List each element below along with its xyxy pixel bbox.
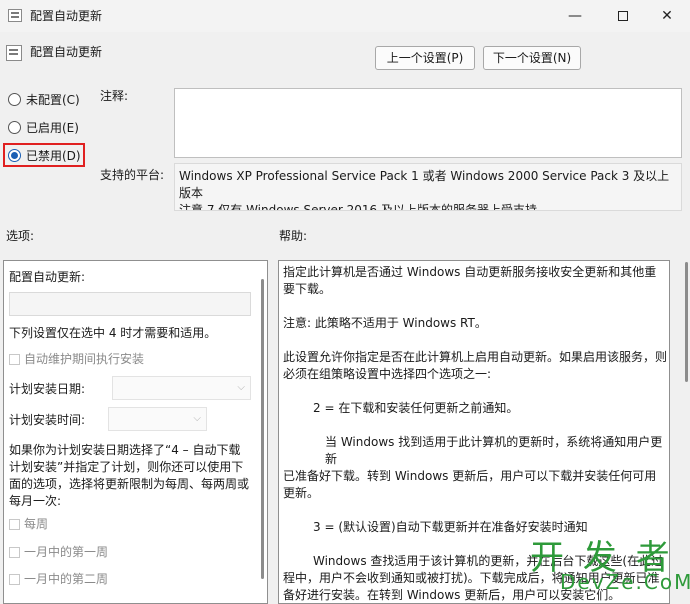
options-panel[interactable]: 配置自动更新: 下列设置仅在选中 4 时才需要和适用。 自动维护期间执行安装 计… (3, 260, 268, 604)
schedule-time-label: 计划安装时间: (9, 413, 86, 427)
platform-text-line: 注意 7 仅有 Windows Server 2016 及以上版本的服务器上受支… (179, 203, 537, 211)
schedule-day-dropdown[interactable]: ⌵ (112, 376, 251, 400)
weekly-checkbox[interactable] (9, 519, 20, 530)
minimize-button[interactable]: — (552, 0, 598, 32)
help-line: 已准备好下载。转到 Windows 更新后，用户可以下载并安装任何可用 (283, 469, 657, 483)
weekly-option[interactable]: 每周 (9, 515, 48, 532)
radio-label: 未配置(C) (26, 92, 80, 107)
help-line: 注意: 此策略不适用于 Windows RT。 (283, 316, 487, 330)
help-line: 要下载。 (283, 282, 332, 296)
paragraph-line: 每月一次: (9, 494, 62, 508)
maximize-button[interactable] (600, 0, 646, 32)
selection-highlight-box (3, 143, 85, 167)
auto-maintenance-label: 自动维护期间执行安装 (24, 352, 145, 366)
platform-label: 支持的平台: (100, 168, 165, 182)
policy-title: 配置自动更新 (30, 45, 103, 59)
schedule-day-label: 计划安装日期: (9, 382, 86, 396)
second-week-checkbox[interactable] (9, 574, 20, 585)
configure-updates-label: 配置自动更新: (9, 270, 86, 284)
first-week-option[interactable]: 一月中的第一周 (9, 543, 108, 560)
platform-text-line: 版本 (179, 186, 204, 200)
radio-label: 已启用(E) (26, 120, 79, 135)
options-scrollbar[interactable] (261, 279, 264, 579)
policy-settings-icon (6, 45, 22, 61)
watermark-domain: DevZe.CoM (560, 570, 690, 594)
help-scrollbar[interactable] (685, 262, 688, 382)
paragraph-line: 计划安装”并指定了计划，则你还可以使用下 (9, 460, 244, 474)
help-line: 指定此计算机是否通过 Windows 自动更新服务接收安全更新和其他重 (283, 265, 657, 279)
options-note: 下列设置仅在选中 4 时才需要和适用。 (9, 326, 217, 340)
paragraph-line: 如果你为计划安装日期选择了“4 – 自动下载 (9, 443, 241, 457)
schedule-paragraph: 如果你为计划安装日期选择了“4 – 自动下载 计划安装”并指定了计划，则你还可以… (9, 442, 259, 510)
help-line: 必须在组策略设置中选择四个选项之一: (283, 367, 492, 381)
help-label: 帮助: (279, 229, 308, 243)
platform-text-line: Windows XP Professional Service Pack 1 或… (179, 169, 670, 183)
help-line: 此设置允许你指定是否在此计算机上启用自动更新。如果启用该服务，则 (283, 350, 668, 364)
auto-maintenance-checkbox[interactable] (9, 354, 20, 365)
comment-label: 注释: (100, 89, 129, 103)
help-line: 更新。 (283, 486, 320, 500)
chevron-down-icon: ⌵ (193, 413, 201, 424)
chevron-down-icon: ⌵ (237, 382, 245, 393)
close-button[interactable]: ✕ (644, 0, 690, 32)
second-week-label: 一月中的第二周 (24, 572, 109, 586)
options-label: 选项: (6, 229, 35, 243)
radio-not-configured[interactable]: 未配置(C) (8, 90, 80, 108)
radio-enabled[interactable]: 已启用(E) (8, 118, 79, 136)
paragraph-line: 面的选项，选择将更新限制为每周、每两周或 (9, 477, 250, 491)
previous-setting-button[interactable]: 上一个设置(P) (375, 46, 475, 70)
policy-icon (8, 9, 22, 22)
platform-box: Windows XP Professional Service Pack 1 或… (174, 163, 682, 211)
next-setting-button[interactable]: 下一个设置(N) (483, 46, 581, 70)
help-line: 当 Windows 找到适用于此计算机的更新时，系统将通知用户更新 (325, 435, 663, 466)
comment-textarea[interactable] (174, 88, 682, 158)
window-title: 配置自动更新 (30, 9, 103, 23)
radio-circle[interactable] (8, 120, 21, 134)
first-week-checkbox[interactable] (9, 547, 20, 558)
help-line: 2 = 在下载和安装任何更新之前通知。 (313, 401, 519, 415)
configure-updates-dropdown[interactable] (9, 292, 251, 316)
schedule-time-dropdown[interactable]: ⌵ (108, 407, 207, 431)
weekly-label: 每周 (24, 517, 49, 531)
second-week-option[interactable]: 一月中的第二周 (9, 570, 108, 587)
auto-maintenance-option[interactable]: 自动维护期间执行安装 (9, 350, 144, 367)
first-week-label: 一月中的第一周 (24, 545, 109, 559)
maximize-icon (618, 11, 628, 21)
radio-circle[interactable] (8, 92, 21, 106)
